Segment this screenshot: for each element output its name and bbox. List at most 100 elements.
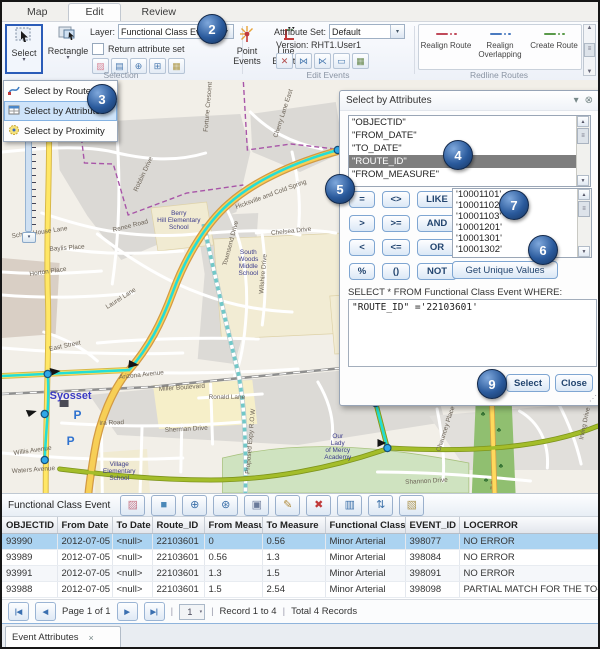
redline-routes-panel: Realign RouteRealign OverlappingCreate R… [418,24,582,70]
column-header-objectid[interactable]: OBJECTID [2,517,57,534]
select-button[interactable]: Select ▾ [5,24,43,74]
table-row[interactable]: 939912012-07-05<null>221036011.31.5Minor… [2,566,600,582]
close-icon[interactable]: × [89,633,94,643]
scroll-down-icon[interactable]: ▼ [577,175,589,186]
scroll-up-icon[interactable]: ▲ [578,189,590,200]
table-row[interactable]: 939882012-07-05<null>221036011.52.54Mino… [2,582,600,598]
table-row[interactable]: 939902012-07-05<null>2210360100.56Minor … [2,534,600,550]
operator-button[interactable]: <> [382,191,410,208]
split-event-button[interactable]: ✕ [276,53,293,69]
operator-button[interactable]: < [349,239,375,256]
map-zoom-slider[interactable]: ▾ [20,128,36,242]
scroll-thumb[interactable]: ≡ [577,128,589,144]
scroll-thumb[interactable]: ≡ [578,201,590,217]
table-title: Functional Class Event [8,500,110,511]
scroll-up-icon[interactable]: ▲ [587,25,593,31]
field-item[interactable]: "OBJECTID" [349,116,577,129]
close-dialog-button[interactable]: Close [555,374,593,392]
column-header-from-measure[interactable]: From Measure [204,517,262,534]
column-header-functional-class[interactable]: Functional Class [325,517,405,534]
prev-page-button[interactable]: ◀ [35,602,56,621]
trim-event-button[interactable]: ⋉ [314,53,331,69]
operator-button[interactable]: OR [417,239,457,256]
export-button[interactable]: ▧ [399,495,424,516]
tab-edit[interactable]: Edit [68,3,120,21]
column-header-to-measure[interactable]: To Measure [262,517,325,534]
column-header-route-id[interactable]: Route_ID [152,517,204,534]
operator-button[interactable]: LIKE [417,191,457,208]
column-header-event-id[interactable]: EVENT_ID [405,517,459,534]
operator-button[interactable]: <= [382,239,410,256]
scroll-thumb[interactable]: ≡ [584,43,595,57]
merge-events-button[interactable]: ⋈ [295,53,312,69]
first-page-button[interactable]: |◀ [8,602,29,621]
last-page-button[interactable]: ▶| [144,602,165,621]
scroll-down-icon[interactable]: ▼ [587,69,593,75]
tab-event-attributes[interactable]: Event Attributes × [5,626,121,648]
select-query-button[interactable]: Select [506,374,550,392]
value-item[interactable]: '10001201' [453,222,578,233]
zoom-to-selection-button[interactable]: ⊕ [182,495,207,516]
sort-button[interactable]: ⇅ [368,495,393,516]
table-cell: <null> [112,566,152,582]
resize-grip[interactable]: ⋰ [589,394,597,403]
realign-overlapping-button[interactable]: Realign Overlapping [473,25,527,69]
attribute-set-combobox[interactable]: Default ▾ [329,24,405,39]
bottom-tab-label: Event Attributes [12,632,79,643]
page-select-value: 1 [180,607,199,617]
value-item[interactable]: '10001301' [453,233,578,244]
tab-map[interactable]: Map [10,3,64,21]
realign-route-button[interactable]: Realign Route [419,25,473,69]
ribbon-scrollbar[interactable]: ▲ ≡ ▼ [583,24,596,76]
page-select[interactable]: 1 ▾ [179,604,205,620]
operator-button[interactable]: NOT [417,263,457,280]
switch-selection-button[interactable]: ■ [151,495,176,516]
dialog-collapse-icon[interactable]: ▾ [574,95,579,106]
rectangle-button[interactable]: Rectangle ▾ [47,24,89,61]
edit-records-button[interactable]: ✎ [275,495,300,516]
where-clause-textarea[interactable]: "ROUTE_ID" ='22103601' [348,299,597,367]
column-header-locerror[interactable]: LOCERROR [459,517,600,534]
zoom-slider-track[interactable] [25,138,32,232]
map-label: P [67,434,75,448]
operator-button[interactable]: AND [417,215,457,232]
operator-button[interactable]: >= [382,215,410,232]
save-button[interactable]: ▣ [244,495,269,516]
event-form-button[interactable]: ▭ [333,53,350,69]
zoom-out-button[interactable]: ▾ [22,232,36,243]
callout-4: 4 [443,140,473,170]
point-events-button[interactable]: Point Events [228,24,266,66]
operator-button[interactable]: () [382,263,410,280]
menu-item-select-by-proximity[interactable]: Select by Proximity [4,121,117,141]
attribute-set-label: Attribute Set: [274,27,326,37]
scroll-up-icon[interactable]: ▲ [577,116,589,127]
scroll-down-icon[interactable]: ▼ [578,246,590,257]
field-item[interactable]: "FROM_MEASURE" [349,168,577,181]
pan-to-selection-button[interactable]: ⊛ [213,495,238,516]
create-route-button[interactable]: Create Route [527,25,581,69]
table-toolbar-buttons: ▨ ■ ⊕ ⊛ ▣ ✎ ✖ ▥ ⇅ ▧ [120,495,430,516]
value-item[interactable]: '10001302' [453,244,578,255]
table-cell: 1.5 [204,582,262,598]
event-grid-button[interactable]: ▦ [352,53,369,69]
column-header-to-date[interactable]: To Date [112,517,152,534]
chevron-down-icon: ▾ [200,609,205,615]
next-page-button[interactable]: ▶ [117,602,138,621]
delete-records-button[interactable]: ✖ [306,495,331,516]
table-row[interactable]: 939892012-07-05<null>221036010.561.3Mino… [2,550,600,566]
tab-review[interactable]: Review [125,3,193,21]
return-attribute-set-checkbox[interactable] [92,43,104,55]
dialog-close-icon[interactable]: ⊗ [585,95,593,106]
values-list-scrollbar[interactable]: ▲ ≡ ▼ [577,189,591,257]
field-list-scrollbar[interactable]: ▲ ≡ ▼ [576,116,590,186]
point-events-icon [237,24,257,46]
operator-button[interactable]: % [349,263,375,280]
svg-text:♣: ♣ [481,411,486,418]
attribute-set-value: Default [330,27,390,37]
table-cell: 1.3 [204,566,262,582]
attribute-set-button[interactable]: ▥ [337,495,362,516]
menu-item-label: Select by Route [24,86,91,97]
column-header-from-date[interactable]: From Date [57,517,112,534]
operator-button[interactable]: > [349,215,375,232]
clear-selection-button[interactable]: ▨ [120,495,145,516]
